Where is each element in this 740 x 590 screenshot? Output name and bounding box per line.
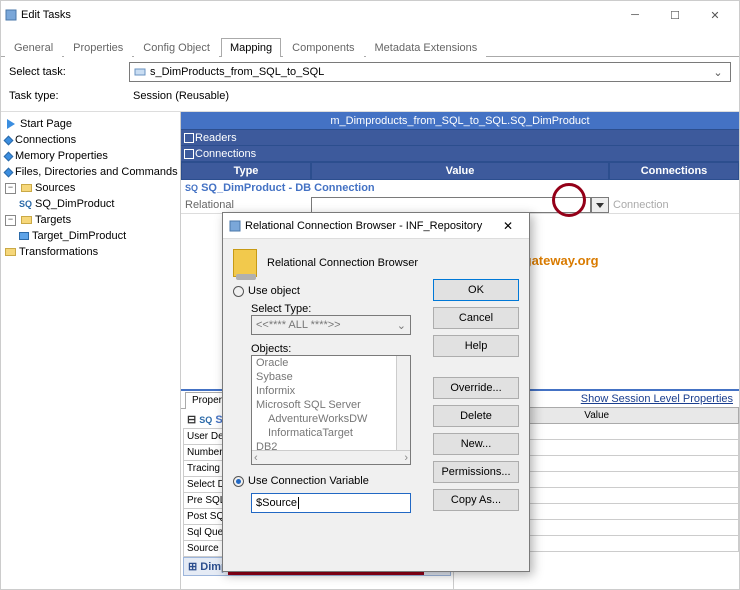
tab-components[interactable]: Components [283, 38, 363, 57]
session-icon [134, 66, 146, 78]
scrollbar-vertical[interactable] [396, 356, 410, 450]
maximize-button[interactable]: ☐ [655, 1, 695, 29]
task-type-field: Session (Reusable) [129, 86, 731, 106]
new-button[interactable]: New... [433, 433, 519, 455]
folder-icon [5, 248, 16, 256]
select-type-label: Select Type: [251, 303, 425, 315]
col-connections: Connections [609, 162, 739, 180]
tree-files[interactable]: Files, Directories and Commands [5, 164, 178, 180]
task-type-label: Task type: [9, 90, 129, 102]
diamond-icon [4, 151, 14, 161]
tree-connections[interactable]: Connections [5, 132, 178, 148]
chevron-down-icon: ⌄ [397, 319, 406, 332]
col-type: Type [181, 162, 311, 180]
list-item[interactable]: Informix [252, 384, 410, 398]
database-icon [233, 249, 257, 277]
connections-grid-header: Type Value Connections [181, 162, 739, 180]
annotation-circle [552, 183, 586, 217]
select-type-dropdown[interactable]: <<**** ALL ****>> ⌄ [251, 315, 411, 335]
diamond-icon [4, 135, 14, 145]
conn-connection: Connection [609, 199, 739, 211]
list-item[interactable]: InformaticaTarget [252, 426, 410, 440]
minimize-button[interactable]: ─ [615, 1, 655, 29]
table-icon [19, 232, 29, 240]
diamond-icon [4, 167, 14, 177]
tab-metadata-extensions[interactable]: Metadata Extensions [366, 38, 487, 57]
dialog-close-button[interactable]: ✕ [493, 219, 523, 233]
arrow-down-icon [594, 200, 606, 210]
arrow-right-icon [5, 118, 17, 130]
close-button[interactable]: ✕ [695, 1, 735, 29]
dialog-title: Relational Connection Browser - INF_Repo… [245, 220, 482, 232]
list-item[interactable]: Oracle [252, 356, 410, 370]
conn-value-input[interactable] [311, 197, 591, 213]
list-item[interactable]: Sybase [252, 370, 410, 384]
dialog-subtitle: Relational Connection Browser [267, 257, 418, 269]
tree-target-dimproduct[interactable]: Target_DimProduct [19, 228, 178, 244]
list-item[interactable]: AdventureWorksDW [252, 412, 410, 426]
folder-icon [21, 216, 32, 224]
permissions-button[interactable]: Permissions... [433, 461, 519, 483]
help-button[interactable]: Help [433, 335, 519, 357]
folder-icon [21, 184, 32, 192]
col-value: Value [311, 162, 609, 180]
tree-transformations[interactable]: Transformations [5, 244, 178, 260]
connections-section[interactable]: Connections [181, 146, 739, 162]
task-type-value: Session (Reusable) [133, 90, 229, 102]
tab-config-object[interactable]: Config Object [134, 38, 219, 57]
tree-sources[interactable]: Sources [5, 180, 178, 196]
connection-group-title: SQ SQ_DimProduct - DB Connection [181, 180, 739, 196]
dialog-titlebar: Relational Connection Browser - INF_Repo… [223, 213, 529, 239]
radio-checked-icon [233, 476, 244, 487]
tree-targets[interactable]: Targets [5, 212, 178, 228]
tree-memory[interactable]: Memory Properties [5, 148, 178, 164]
select-task-label: Select task: [9, 66, 129, 78]
ok-button[interactable]: OK [433, 279, 519, 301]
tab-strip: General Properties Config Object Mapping… [1, 35, 739, 57]
navigator-tree[interactable]: Start Page Connections Memory Properties… [1, 112, 181, 589]
window-title: Edit Tasks [21, 9, 71, 21]
override-button[interactable]: Override... [433, 377, 519, 399]
tab-general[interactable]: General [5, 38, 62, 57]
radio-icon [233, 286, 244, 297]
objects-label: Objects: [251, 343, 425, 355]
relational-connection-browser-dialog: Relational Connection Browser - INF_Repo… [222, 212, 530, 572]
cancel-button[interactable]: Cancel [433, 307, 519, 329]
conn-browse-button[interactable] [591, 197, 609, 213]
app-icon [5, 9, 17, 21]
connection-variable-input[interactable]: $Source [251, 493, 411, 513]
objects-listbox[interactable]: OracleSybaseInformixMicrosoft SQL Server… [251, 355, 411, 465]
use-object-radio[interactable]: Use object [233, 285, 425, 297]
tree-sq-dimproduct[interactable]: SQSQ_DimProduct [19, 196, 178, 212]
tab-mapping[interactable]: Mapping [221, 38, 281, 57]
mapping-title-bar: m_Dimproducts_from_SQL_to_SQL.SQ_DimProd… [181, 112, 739, 130]
select-task-dropdown[interactable]: s_DimProducts_from_SQL_to_SQL ⌄ [129, 62, 731, 82]
use-connection-variable-radio[interactable]: Use Connection Variable [233, 475, 425, 487]
copy-as-button[interactable]: Copy As... [433, 489, 519, 511]
tab-properties[interactable]: Properties [64, 38, 132, 57]
readers-section[interactable]: Readers [181, 130, 739, 146]
titlebar: Edit Tasks ─ ☐ ✕ [1, 1, 739, 29]
delete-button[interactable]: Delete [433, 405, 519, 427]
chevron-down-icon: ⌄ [710, 66, 726, 79]
conn-type: Relational [181, 199, 311, 211]
select-task-value: s_DimProducts_from_SQL_to_SQL [150, 66, 324, 78]
list-item[interactable]: Microsoft SQL Server [252, 398, 410, 412]
sq-icon: SQ [19, 196, 32, 212]
scrollbar-horizontal[interactable]: ‹› [252, 450, 410, 464]
task-form: Select task: s_DimProducts_from_SQL_to_S… [1, 57, 739, 111]
sq-icon: SQ [185, 183, 198, 193]
dialog-icon [229, 220, 241, 232]
tree-start-page[interactable]: Start Page [5, 116, 178, 132]
